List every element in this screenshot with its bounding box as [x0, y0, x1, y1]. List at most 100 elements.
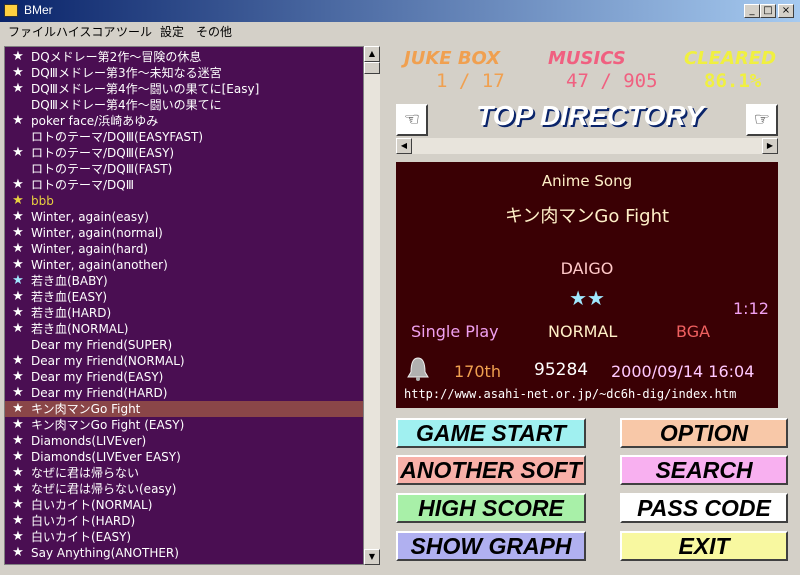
option-button[interactable]: OPTION: [620, 418, 788, 448]
maximize-button[interactable]: □: [760, 4, 776, 18]
pointing-hand-left-icon: ☜: [403, 109, 421, 130]
song-list-title: キン肉マンGo Fight: [31, 402, 141, 416]
song-list-item[interactable]: ★ 若き血(HARD): [5, 305, 363, 321]
song-list-item[interactable]: ★ Say Anything(ANOTHER): [5, 545, 363, 561]
song-list-item[interactable]: Dear my Friend(SUPER): [5, 337, 363, 353]
game-start-button[interactable]: GAME START: [396, 418, 586, 448]
song-list-item[interactable]: ★ キン肉マンGo Fight: [5, 401, 363, 417]
difficulty-stars: ★★: [569, 286, 605, 310]
song-title: キン肉マンGo Fight: [504, 206, 670, 227]
list-scrollbar[interactable]: ▲ ▼: [364, 46, 380, 565]
song-list-item[interactable]: ★ DQⅢメドレー第3作～未知なる迷宮: [5, 65, 363, 81]
cleared-star-icon: ★: [12, 545, 24, 560]
menu-other[interactable]: その他: [196, 23, 232, 40]
song-list-item[interactable]: ★ Winter, again(easy): [5, 209, 363, 225]
song-list-item[interactable]: ★ キン肉マンGo Fight (EASY): [5, 417, 363, 433]
song-list-item[interactable]: ★ Winter, again(hard): [5, 241, 363, 257]
song-list-title: なぜに君は帰らない(easy): [31, 482, 177, 496]
cleared-value: 86.1%: [704, 70, 762, 92]
window-title: BMer: [24, 3, 53, 17]
cleared-star-icon: ★: [12, 113, 24, 128]
song-list-item[interactable]: ★ Diamonds(LIVEver): [5, 433, 363, 449]
cleared-star-icon: ★: [12, 209, 24, 224]
scrollbar-thumb[interactable]: [364, 62, 380, 74]
menu-highscore[interactable]: ハイスコア: [56, 23, 115, 40]
song-list-item[interactable]: ★ bbb: [5, 193, 363, 209]
cleared-star-icon: ★: [12, 321, 24, 336]
song-list-item[interactable]: ★ Winter, again(another): [5, 257, 363, 273]
song-format: BGA: [676, 322, 711, 341]
song-list-title: poker face/浜崎あゆみ: [31, 114, 159, 128]
prev-directory-button[interactable]: ☜: [396, 104, 428, 136]
show-graph-button[interactable]: SHOW GRAPH: [396, 531, 586, 561]
exit-button[interactable]: EXIT: [620, 531, 788, 561]
song-list-item[interactable]: ★ ロトのテーマ/DQⅢ: [5, 177, 363, 193]
song-url[interactable]: http://www.asahi-net.or.jp/~dc6h-dig/ind…: [404, 387, 736, 401]
menu-file[interactable]: ファイル: [8, 23, 56, 40]
song-list-title: 白いカイト(HARD): [31, 514, 136, 528]
play-difficulty: NORMAL: [548, 322, 618, 341]
song-list-item[interactable]: ★ Winter, again(normal): [5, 225, 363, 241]
song-list-item[interactable]: ★ なぜに君は帰らない: [5, 465, 363, 481]
song-list-item[interactable]: ★ 若き血(NORMAL): [5, 321, 363, 337]
song-list-title: ロトのテーマ/DQⅢ: [31, 178, 135, 192]
rank: 170th: [454, 362, 501, 381]
song-list-item[interactable]: ★ 白いカイト(HARD): [5, 513, 363, 529]
song-list-item[interactable]: DQⅢメドレー第4作～闘いの果てに: [5, 97, 363, 113]
song-list-item[interactable]: ★ 若き血(BABY): [5, 273, 363, 289]
song-list-item[interactable]: ★ 若き血(EASY): [5, 289, 363, 305]
cleared-star-icon: ★: [12, 225, 24, 240]
search-button[interactable]: SEARCH: [620, 455, 788, 485]
song-list-item[interactable]: ★ Diamonds(LIVEver EASY): [5, 449, 363, 465]
song-list[interactable]: ★ DQメドレー第2作～冒険の休息 ★ DQⅢメドレー第3作～未知なる迷宮 ★ DQⅢメド…: [4, 46, 364, 565]
song-list-item[interactable]: ロトのテーマ/DQⅢ(EASYFAST): [5, 129, 363, 145]
cleared-star-icon: ★: [12, 273, 24, 288]
song-list-item[interactable]: ★ なぜに君は帰らない(easy): [5, 481, 363, 497]
song-list-title: DQⅢメドレー第4作～闘いの果てに[Easy]: [31, 82, 260, 96]
minimize-button[interactable]: _: [744, 4, 760, 18]
song-list-item[interactable]: ★ 白いカイト(EASY): [5, 529, 363, 545]
scroll-up-arrow-icon[interactable]: ▲: [364, 46, 380, 62]
song-list-item[interactable]: ★ Dear my Friend(NORMAL): [5, 353, 363, 369]
song-list-title: 白いカイト(NORMAL): [31, 498, 153, 512]
cleared-star-icon: ★: [12, 241, 24, 256]
song-list-item[interactable]: ★ Dear my Friend(HARD): [5, 385, 363, 401]
song-length: 1:12: [733, 299, 769, 318]
scroll-right-arrow-icon[interactable]: ▶: [762, 138, 778, 154]
cleared-star-icon: ★: [12, 305, 24, 320]
high-score-value: 95284: [534, 360, 589, 380]
directory-scrollbar[interactable]: ◀ ▶: [396, 138, 778, 154]
menu-tools[interactable]: ツール: [116, 23, 152, 40]
song-list-title: Diamonds(LIVEver EASY): [31, 450, 181, 464]
song-list-item[interactable]: ★ DQⅢメドレー第4作～闘いの果てに[Easy]: [5, 81, 363, 97]
song-list-item[interactable]: ロトのテーマ/DQⅢ(FAST): [5, 161, 363, 177]
pass-code-button[interactable]: PASS CODE: [620, 493, 788, 523]
song-list-item[interactable]: ★ 白いカイト(NORMAL): [5, 497, 363, 513]
song-list-title: bbb: [31, 194, 54, 208]
song-list-title: Winter, again(normal): [31, 226, 163, 240]
song-list-item[interactable]: ★ poker face/浜崎あゆみ: [5, 113, 363, 129]
song-list-title: Diamonds(LIVEver): [31, 434, 147, 448]
song-list-item[interactable]: ★ DQメドレー第2作～冒険の休息: [5, 49, 363, 65]
cleared-star-icon: ★: [12, 49, 24, 64]
high-score-button[interactable]: HIGH SCORE: [396, 493, 586, 523]
scroll-down-arrow-icon[interactable]: ▼: [364, 549, 380, 565]
song-list-title: 若き血(BABY): [31, 274, 108, 288]
song-list-item[interactable]: ★ ロトのテーマ/DQⅢ(EASY): [5, 145, 363, 161]
song-list-item[interactable]: ★ Dear my Friend(EASY): [5, 369, 363, 385]
cleared-star-icon: ★: [12, 529, 24, 544]
cleared-star-icon: ★: [12, 433, 24, 448]
song-artist: DAIGO: [560, 259, 614, 278]
menu-settings[interactable]: 設定: [160, 23, 184, 40]
scroll-left-arrow-icon[interactable]: ◀: [396, 138, 412, 154]
song-list-title: Winter, again(easy): [31, 210, 149, 224]
song-list-title: キン肉マンGo Fight (EASY): [31, 418, 185, 432]
close-button[interactable]: ×: [778, 4, 794, 18]
song-list-title: Say Anything(ANOTHER): [31, 546, 179, 560]
next-directory-button[interactable]: ☞: [746, 104, 778, 136]
song-list-title: DQメドレー第2作～冒険の休息: [31, 50, 202, 64]
app-icon: [4, 4, 18, 17]
musics-label: MUSICS: [548, 48, 626, 69]
another-soft-button[interactable]: ANOTHER SOFT: [396, 455, 586, 485]
cleared-star-icon: ★: [12, 353, 24, 368]
